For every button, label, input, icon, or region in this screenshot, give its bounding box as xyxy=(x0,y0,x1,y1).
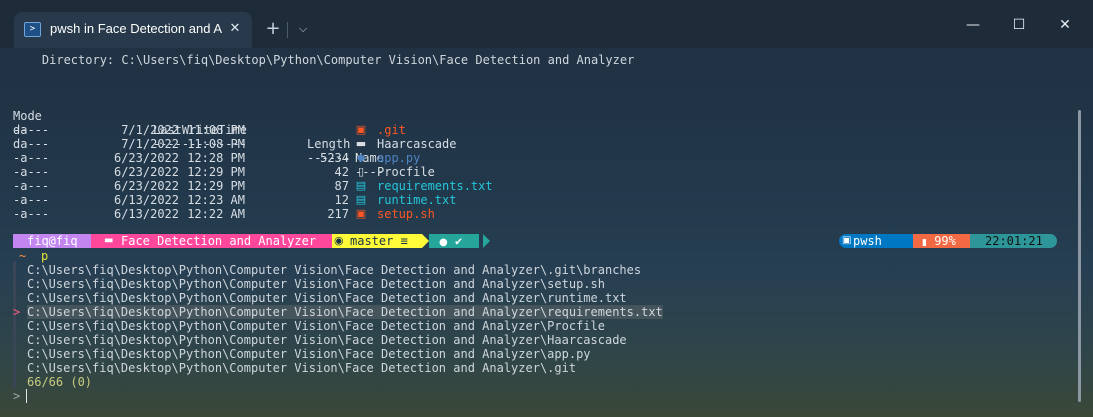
close-icon[interactable]: ✕ xyxy=(226,20,244,38)
file-time: 12:22 AM xyxy=(187,207,245,221)
listing-header: Mode LastWriteTime Length Name xyxy=(13,95,384,165)
results-count: 66/66 (0) xyxy=(27,375,93,389)
file-time: 12:28 PM xyxy=(187,151,245,165)
prompt-time: 22:01:21 xyxy=(970,234,1057,248)
file-name: Haarcascade xyxy=(377,137,457,151)
file-date: 7/1/2022 xyxy=(121,123,179,137)
terminal-content[interactable]: Directory: C:\Users\fiq\Desktop\Python\C… xyxy=(0,48,1093,417)
file-mode: da--- xyxy=(13,123,50,137)
shell-label: pwsh xyxy=(853,234,882,248)
segment-separator xyxy=(483,234,490,248)
result-item[interactable]: C:\Users\fiq\Desktop\Python\Computer Vis… xyxy=(27,291,627,305)
file-name: requirements.txt xyxy=(377,179,493,193)
github-icon: ◉ xyxy=(334,234,344,247)
terminal-window: > pwsh in Face Detection and A ✕ + ⌵ — ☐… xyxy=(0,0,1093,417)
file-length: 87 xyxy=(334,179,349,193)
file-length: 42 xyxy=(334,165,349,179)
terminal-icon: ▣ xyxy=(842,235,852,246)
header-length: Length xyxy=(307,137,351,151)
git-folder-icon: ▣ xyxy=(355,123,367,136)
file-length: 5234 xyxy=(320,151,349,165)
file-date: 6/23/2022 xyxy=(113,151,179,165)
prompt-path: Face Detection and Analyzer xyxy=(91,234,355,248)
file-name: .git xyxy=(377,123,406,137)
result-item[interactable]: C:\Users\fiq\Desktop\Python\Computer Vis… xyxy=(27,361,576,375)
result-item[interactable]: C:\Users\fiq\Desktop\Python\Computer Vis… xyxy=(27,277,605,291)
prompt-battery: ▮ 99% xyxy=(913,234,970,248)
result-item[interactable]: C:\Users\fiq\Desktop\Python\Computer Vis… xyxy=(27,347,591,361)
chevron-down-icon[interactable]: ⌵ xyxy=(292,18,314,40)
file-time: 12:29 PM xyxy=(187,165,245,179)
window-close-button[interactable]: ✕ xyxy=(1042,10,1088,40)
prompt-user: fiq@fiq xyxy=(13,234,91,248)
file-date: 6/13/2022 xyxy=(113,193,179,207)
file-mode: -a--- xyxy=(13,165,50,179)
prompt-tilde: ~ xyxy=(19,249,27,263)
file-time: 12:29 PM xyxy=(187,179,245,193)
file-mode: -a--- xyxy=(13,179,50,193)
result-item[interactable]: C:\Users\fiq\Desktop\Python\Computer Vis… xyxy=(27,319,605,333)
file-mode: -a--- xyxy=(13,207,50,221)
file-mode: -a--- xyxy=(13,151,50,165)
clock-time: 22:01:21 xyxy=(985,234,1043,248)
file-date: 6/13/2022 xyxy=(113,207,179,221)
file-time: 12:23 AM xyxy=(187,193,245,207)
file-name: Procfile xyxy=(377,165,435,179)
prompt-git-branch: master ≡ xyxy=(332,234,422,248)
results-gutter xyxy=(13,262,16,388)
selection-caret: > xyxy=(13,305,21,319)
folder-icon: ▬ xyxy=(104,235,114,246)
maximize-button[interactable]: ☐ xyxy=(996,10,1042,40)
title-bar: > pwsh in Face Detection and A ✕ + ⌵ — ☐… xyxy=(0,0,1093,48)
battery-icon: ▮ xyxy=(922,238,927,248)
file-time: 11:08 PM xyxy=(187,137,245,151)
file-icon: ▯ xyxy=(357,165,365,178)
battery-level: 99% xyxy=(934,234,956,248)
segment-separator xyxy=(325,234,332,248)
text-file-icon: ▤ xyxy=(355,179,367,192)
tab-pwsh[interactable]: > pwsh in Face Detection and A ✕ xyxy=(14,12,252,48)
status-icon: ● xyxy=(439,237,448,248)
tab-title: pwsh in Face Detection and A xyxy=(50,21,222,36)
result-item[interactable]: C:\Users\fiq\Desktop\Python\Computer Vis… xyxy=(27,333,627,347)
file-name: setup.sh xyxy=(377,207,435,221)
result-item[interactable]: C:\Users\fiq\Desktop\Python\Computer Vis… xyxy=(27,263,641,277)
shell-script-icon: ▣ xyxy=(355,207,367,220)
file-mode: da--- xyxy=(13,137,50,151)
file-name: runtime.txt xyxy=(377,193,457,207)
new-tab-button[interactable]: + xyxy=(262,18,284,40)
file-date: 7/1/2022 xyxy=(121,137,179,151)
file-date: 6/23/2022 xyxy=(113,179,179,193)
command-text: p xyxy=(41,249,49,263)
folder-icon: ▬ xyxy=(355,137,367,150)
prompt-status: ● ✔ xyxy=(429,234,479,248)
listing-dashes: ---- ------------- ------ ---- xyxy=(13,109,384,179)
terminal-icon: > xyxy=(24,22,41,37)
text-cursor xyxy=(26,389,27,403)
directory-line: Directory: C:\Users\fiq\Desktop\Python\C… xyxy=(13,53,635,67)
filter-prompt: > xyxy=(13,389,21,403)
text-file-icon: ▤ xyxy=(355,193,367,206)
segment-separator xyxy=(422,234,429,248)
file-date: 6/23/2022 xyxy=(113,165,179,179)
scrollbar[interactable] xyxy=(1078,110,1081,402)
file-mode: -a--- xyxy=(13,193,50,207)
python-icon: ◆ xyxy=(356,151,366,164)
result-item[interactable]: C:\Users\fiq\Desktop\Python\Computer Vis… xyxy=(27,305,663,319)
file-length: 217 xyxy=(327,207,349,221)
file-length: 12 xyxy=(334,193,349,207)
file-time: 11:08 PM xyxy=(187,123,245,137)
status-check: ✔ xyxy=(454,234,463,248)
divider xyxy=(287,22,288,38)
minimize-button[interactable]: — xyxy=(950,10,996,40)
file-name: app.py xyxy=(377,151,421,165)
